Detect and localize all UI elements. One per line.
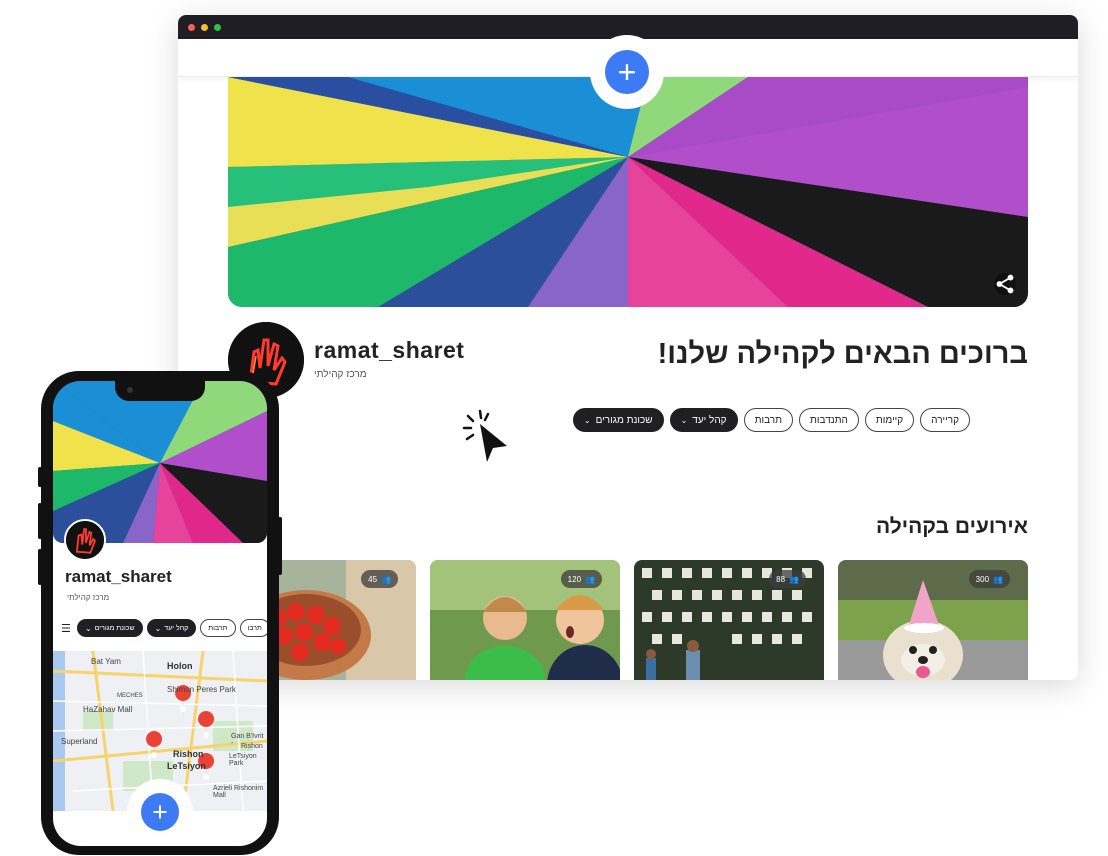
events-section-title: אירועים בקהילה [875, 515, 1028, 538]
phone-button [38, 467, 42, 487]
plus-icon: + [152, 796, 168, 827]
phone-button [38, 503, 42, 539]
cover-image [228, 77, 1028, 307]
mobile-add-button[interactable]: + [141, 793, 179, 831]
add-button-container: + [590, 35, 664, 109]
phone-screen: ramat_sharet מרכז קהילתי ☰ ⌄ שכונת מגורים… [53, 381, 267, 846]
map-label: Rishon [241, 743, 263, 750]
map-label: HaZahav Mall [83, 705, 133, 714]
event-card[interactable]: 120 👥 [430, 560, 620, 680]
mobile-profile-avatar[interactable] [64, 519, 106, 561]
chip-neighborhood[interactable]: שכונת מגורים ⌄ [572, 408, 664, 432]
plus-icon: + [617, 54, 637, 90]
events-card-list: 300 👥 88 👥 120 👥 45 👥 [226, 560, 1028, 680]
event-card[interactable]: 88 👥 [634, 560, 824, 680]
click-cursor-icon [462, 409, 507, 462]
participants-badge: 88 👥 [769, 570, 806, 588]
welcome-heading: ברוכים הבאים לקהילה שלנו! [657, 338, 1028, 370]
chevron-down-icon: ⌄ [85, 623, 92, 633]
people-icon: 👥 [381, 574, 391, 584]
chip-sustainability[interactable]: קיימות [864, 408, 915, 432]
people-icon: 👥 [789, 574, 799, 584]
chevron-down-icon: ⌄ [583, 415, 591, 425]
participants-badge: 120 👥 [560, 570, 602, 588]
participants-count: 88 [776, 574, 786, 584]
share-icon [996, 274, 1014, 294]
mobile-profile-username: ramat_sharet [65, 567, 172, 586]
chip-label: שכונת מגורים [94, 624, 135, 632]
neon-hand-avatar-image [66, 521, 104, 559]
chip-audience[interactable]: קהל יעד ⌄ [669, 408, 738, 432]
minimize-window-dot[interactable] [201, 23, 208, 31]
people-icon: 👥 [993, 574, 1003, 584]
phone-button [278, 517, 282, 575]
mobile-chip-neighborhood[interactable]: ⌄ שכונת מגורים [77, 619, 143, 637]
chip-volunteering[interactable]: התנדבות [799, 408, 859, 432]
mobile-add-button-container: + [127, 779, 193, 845]
map-label: Superland [61, 737, 98, 746]
share-button[interactable] [994, 273, 1016, 295]
profile-subtitle: מרכז קהילתי [314, 369, 367, 380]
map-label: Bat Yam [91, 657, 121, 666]
chip-label: קיימות [875, 414, 904, 426]
event-card[interactable]: 300 👥 [838, 560, 1028, 680]
chip-label: תרבות [754, 414, 783, 426]
cover-artwork [228, 77, 1028, 307]
participants-count: 300 [975, 574, 990, 584]
chip-label: קהל יעד [692, 414, 727, 426]
mobile-filter-chips: ☰ ⌄ שכונת מגורים ⌄ קהל יעד תרבות תרבו [61, 619, 267, 637]
chip-label: תרבות [208, 624, 228, 632]
chip-label: קריירה [931, 414, 959, 426]
map-label: Azrieli Rishonim Mall [213, 785, 264, 799]
maximize-window-dot[interactable] [214, 23, 221, 31]
participants-badge: 300 👥 [968, 570, 1010, 588]
mobile-chip-audience[interactable]: ⌄ קהל יעד [146, 619, 197, 637]
mobile-chip-culture-partial[interactable]: תרבו [239, 619, 267, 637]
hamburger-menu-icon[interactable]: ☰ [61, 622, 73, 635]
participants-badge: 45 👥 [361, 570, 398, 588]
chevron-down-icon: ⌄ [680, 415, 688, 425]
participants-count: 120 [567, 574, 582, 584]
map-label: Holon [167, 661, 193, 671]
chip-label: התנדבות [810, 414, 848, 426]
chip-career[interactable]: קריירה [920, 408, 970, 432]
chip-label: שכונת מגורים [595, 414, 653, 426]
phone-frame: ramat_sharet מרכז קהילתי ☰ ⌄ שכונת מגורים… [38, 371, 282, 855]
add-button[interactable]: + [605, 50, 649, 94]
people-icon: 👥 [585, 574, 595, 584]
phone-button [38, 549, 42, 585]
filter-chips: שכונת מגורים ⌄ קהל יעד ⌄ תרבות התנדבות קיי… [572, 408, 970, 432]
map-label: Rishon [173, 749, 204, 759]
map-label: Shimon Peres Park [167, 685, 236, 694]
participants-count: 45 [368, 574, 378, 584]
camera-icon [127, 387, 133, 393]
profile-username: ramat_sharet [314, 337, 465, 363]
close-window-dot[interactable] [188, 23, 195, 31]
browser-window: + ramat_sharet מרכז קהילתי ברוכים הבאים … [178, 15, 1078, 680]
phone-notch [115, 381, 205, 401]
map-label: MECHES [117, 693, 143, 699]
chip-label: תרבו [247, 624, 262, 632]
mobile-profile-subtitle: מרכז קהילתי [67, 593, 110, 602]
mobile-chip-culture[interactable]: תרבות [200, 619, 236, 637]
map-label: LeTsiyon Park [229, 753, 257, 767]
chevron-down-icon: ⌄ [154, 623, 162, 633]
chip-label: קהל יעד [164, 624, 189, 632]
chip-culture[interactable]: תרבות [743, 408, 794, 432]
map-label: LeTsiyon [167, 761, 206, 771]
